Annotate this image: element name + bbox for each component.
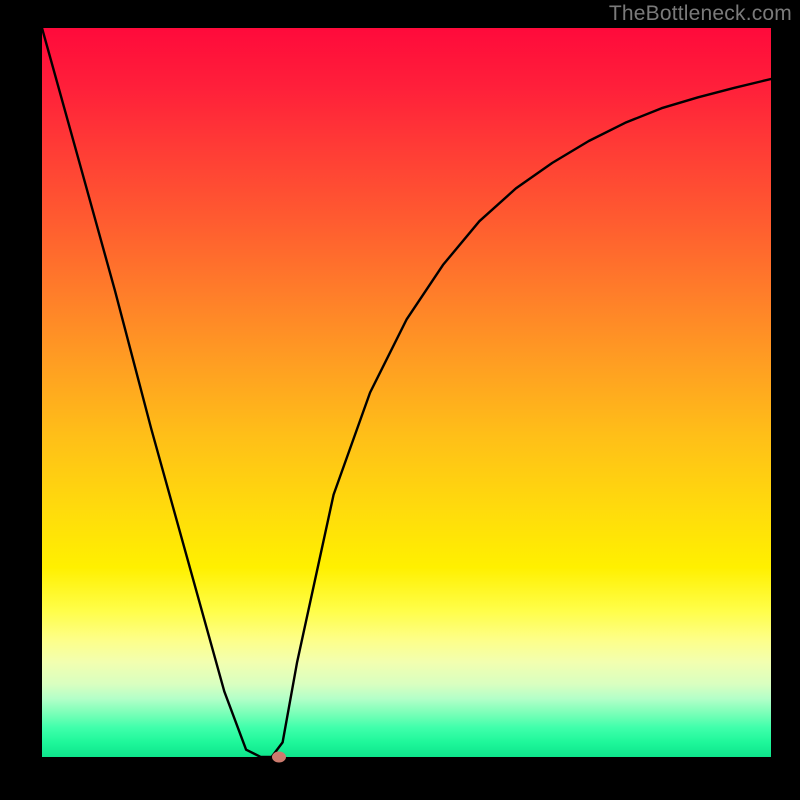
- optimal-point-marker: [272, 752, 286, 763]
- watermark-text: TheBottleneck.com: [609, 2, 792, 26]
- chart-plot-area: [42, 28, 771, 757]
- curve-path: [42, 28, 771, 757]
- bottleneck-curve: [42, 28, 771, 757]
